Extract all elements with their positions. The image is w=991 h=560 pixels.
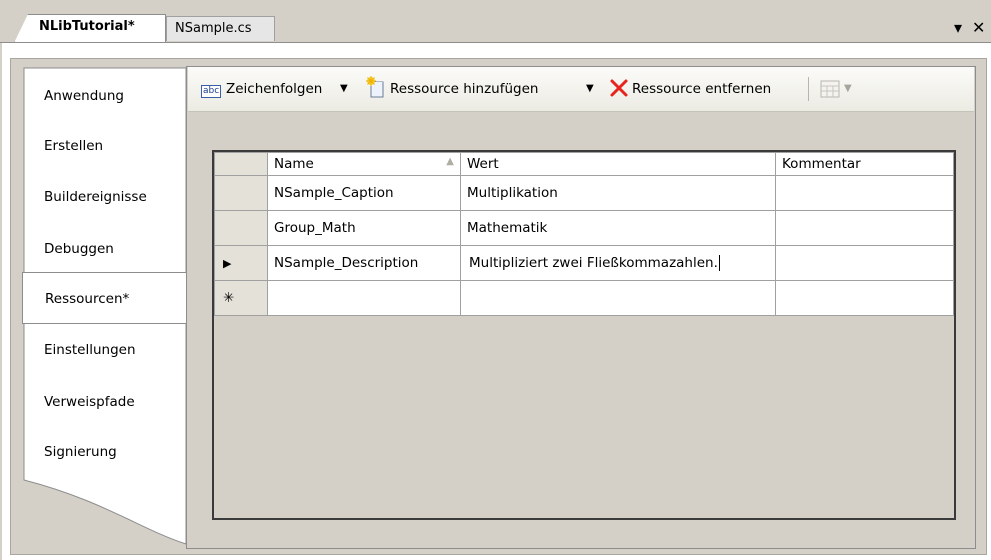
table-row[interactable]: Group_Math Mathematik <box>214 210 954 246</box>
grid-header-row: Name ▲ Wert Kommentar <box>214 152 954 176</box>
document-tab-strip: NLibTutorial* NSample.cs ▾ ✕ <box>0 0 991 44</box>
cell-value[interactable]: Multiplikation <box>460 175 776 211</box>
nav-item-signierung[interactable]: Signierung <box>22 426 186 478</box>
cell-comment[interactable] <box>775 280 954 316</box>
cell-value[interactable] <box>460 280 776 316</box>
remove-resource-button[interactable]: Ressource entfernen <box>632 79 771 99</box>
cell-value-editing[interactable]: Multipliziert zwei Fließkommazahlen. <box>460 245 776 281</box>
tab-nlibtutorial[interactable]: NLibTutorial* <box>14 14 166 43</box>
nav-item-ressourcen[interactable]: Ressourcen* <box>22 272 192 324</box>
cell-comment[interactable] <box>775 210 954 246</box>
remove-resource-icon <box>609 78 629 98</box>
table-row[interactable]: ▶ NSample_Description Multipliziert zwei… <box>214 245 954 281</box>
cell-comment[interactable] <box>775 245 954 281</box>
resource-table: Name ▲ Wert Kommentar NSample_Caption Mu… <box>214 152 954 316</box>
toolbar-separator <box>808 77 809 101</box>
nav-item-debuggen[interactable]: Debuggen <box>22 223 186 275</box>
add-resource-chevron-down-icon[interactable]: ▼ <box>586 79 594 99</box>
text-caret <box>718 255 720 271</box>
strings-chevron-down-icon[interactable]: ▼ <box>340 79 348 99</box>
cell-comment[interactable] <box>775 175 954 211</box>
view-grid-icon[interactable] <box>820 80 840 100</box>
current-row-indicator-icon[interactable]: ▶ <box>214 245 268 281</box>
column-header-name[interactable]: Name ▲ <box>267 152 461 176</box>
strings-dropdown-button[interactable]: Zeichenfolgen <box>226 79 322 99</box>
sort-ascending-icon: ▲ <box>446 156 454 167</box>
nav-item-buildereignisse[interactable]: Buildereignisse <box>22 171 186 223</box>
new-row-asterisk-icon[interactable]: ✳ <box>214 280 268 316</box>
resources-toolbar: abc Zeichenfolgen ▼ Ressource hinzufügen… <box>188 67 974 112</box>
nav-item-erstellen[interactable]: Erstellen <box>22 120 186 172</box>
cell-value[interactable]: Mathematik <box>460 210 776 246</box>
cell-value-text[interactable]: Multipliziert zwei Fließkommazahlen. <box>469 255 718 271</box>
nav-item-verweispfade[interactable]: Verweispfade <box>22 376 186 428</box>
column-header-kommentar[interactable]: Kommentar <box>775 152 954 176</box>
add-resource-button[interactable]: Ressource hinzufügen <box>390 79 538 99</box>
add-resource-icon <box>366 76 386 98</box>
close-icon[interactable]: ✕ <box>972 18 985 38</box>
row-header[interactable] <box>214 210 268 246</box>
resource-grid: Name ▲ Wert Kommentar NSample_Caption Mu… <box>212 150 956 520</box>
cell-name[interactable]: NSample_Description <box>267 245 461 281</box>
cell-name[interactable]: NSample_Caption <box>267 175 461 211</box>
tab-nsample-cs[interactable]: NSample.cs <box>166 16 275 41</box>
window-list-dropdown-icon[interactable]: ▾ <box>954 18 962 38</box>
nav-item-einstellungen[interactable]: Einstellungen <box>22 324 186 376</box>
table-row[interactable]: NSample_Caption Multiplikation <box>214 175 954 211</box>
cell-name[interactable]: Group_Math <box>267 210 461 246</box>
nav-item-anwendung[interactable]: Anwendung <box>22 70 186 122</box>
view-chevron-down-icon[interactable]: ▼ <box>844 79 852 99</box>
row-header[interactable] <box>214 175 268 211</box>
strings-icon: abc <box>201 84 222 98</box>
new-row[interactable]: ✳ <box>214 280 954 316</box>
row-header-corner[interactable] <box>214 152 268 176</box>
cell-name[interactable] <box>267 280 461 316</box>
column-header-wert[interactable]: Wert <box>460 152 776 176</box>
